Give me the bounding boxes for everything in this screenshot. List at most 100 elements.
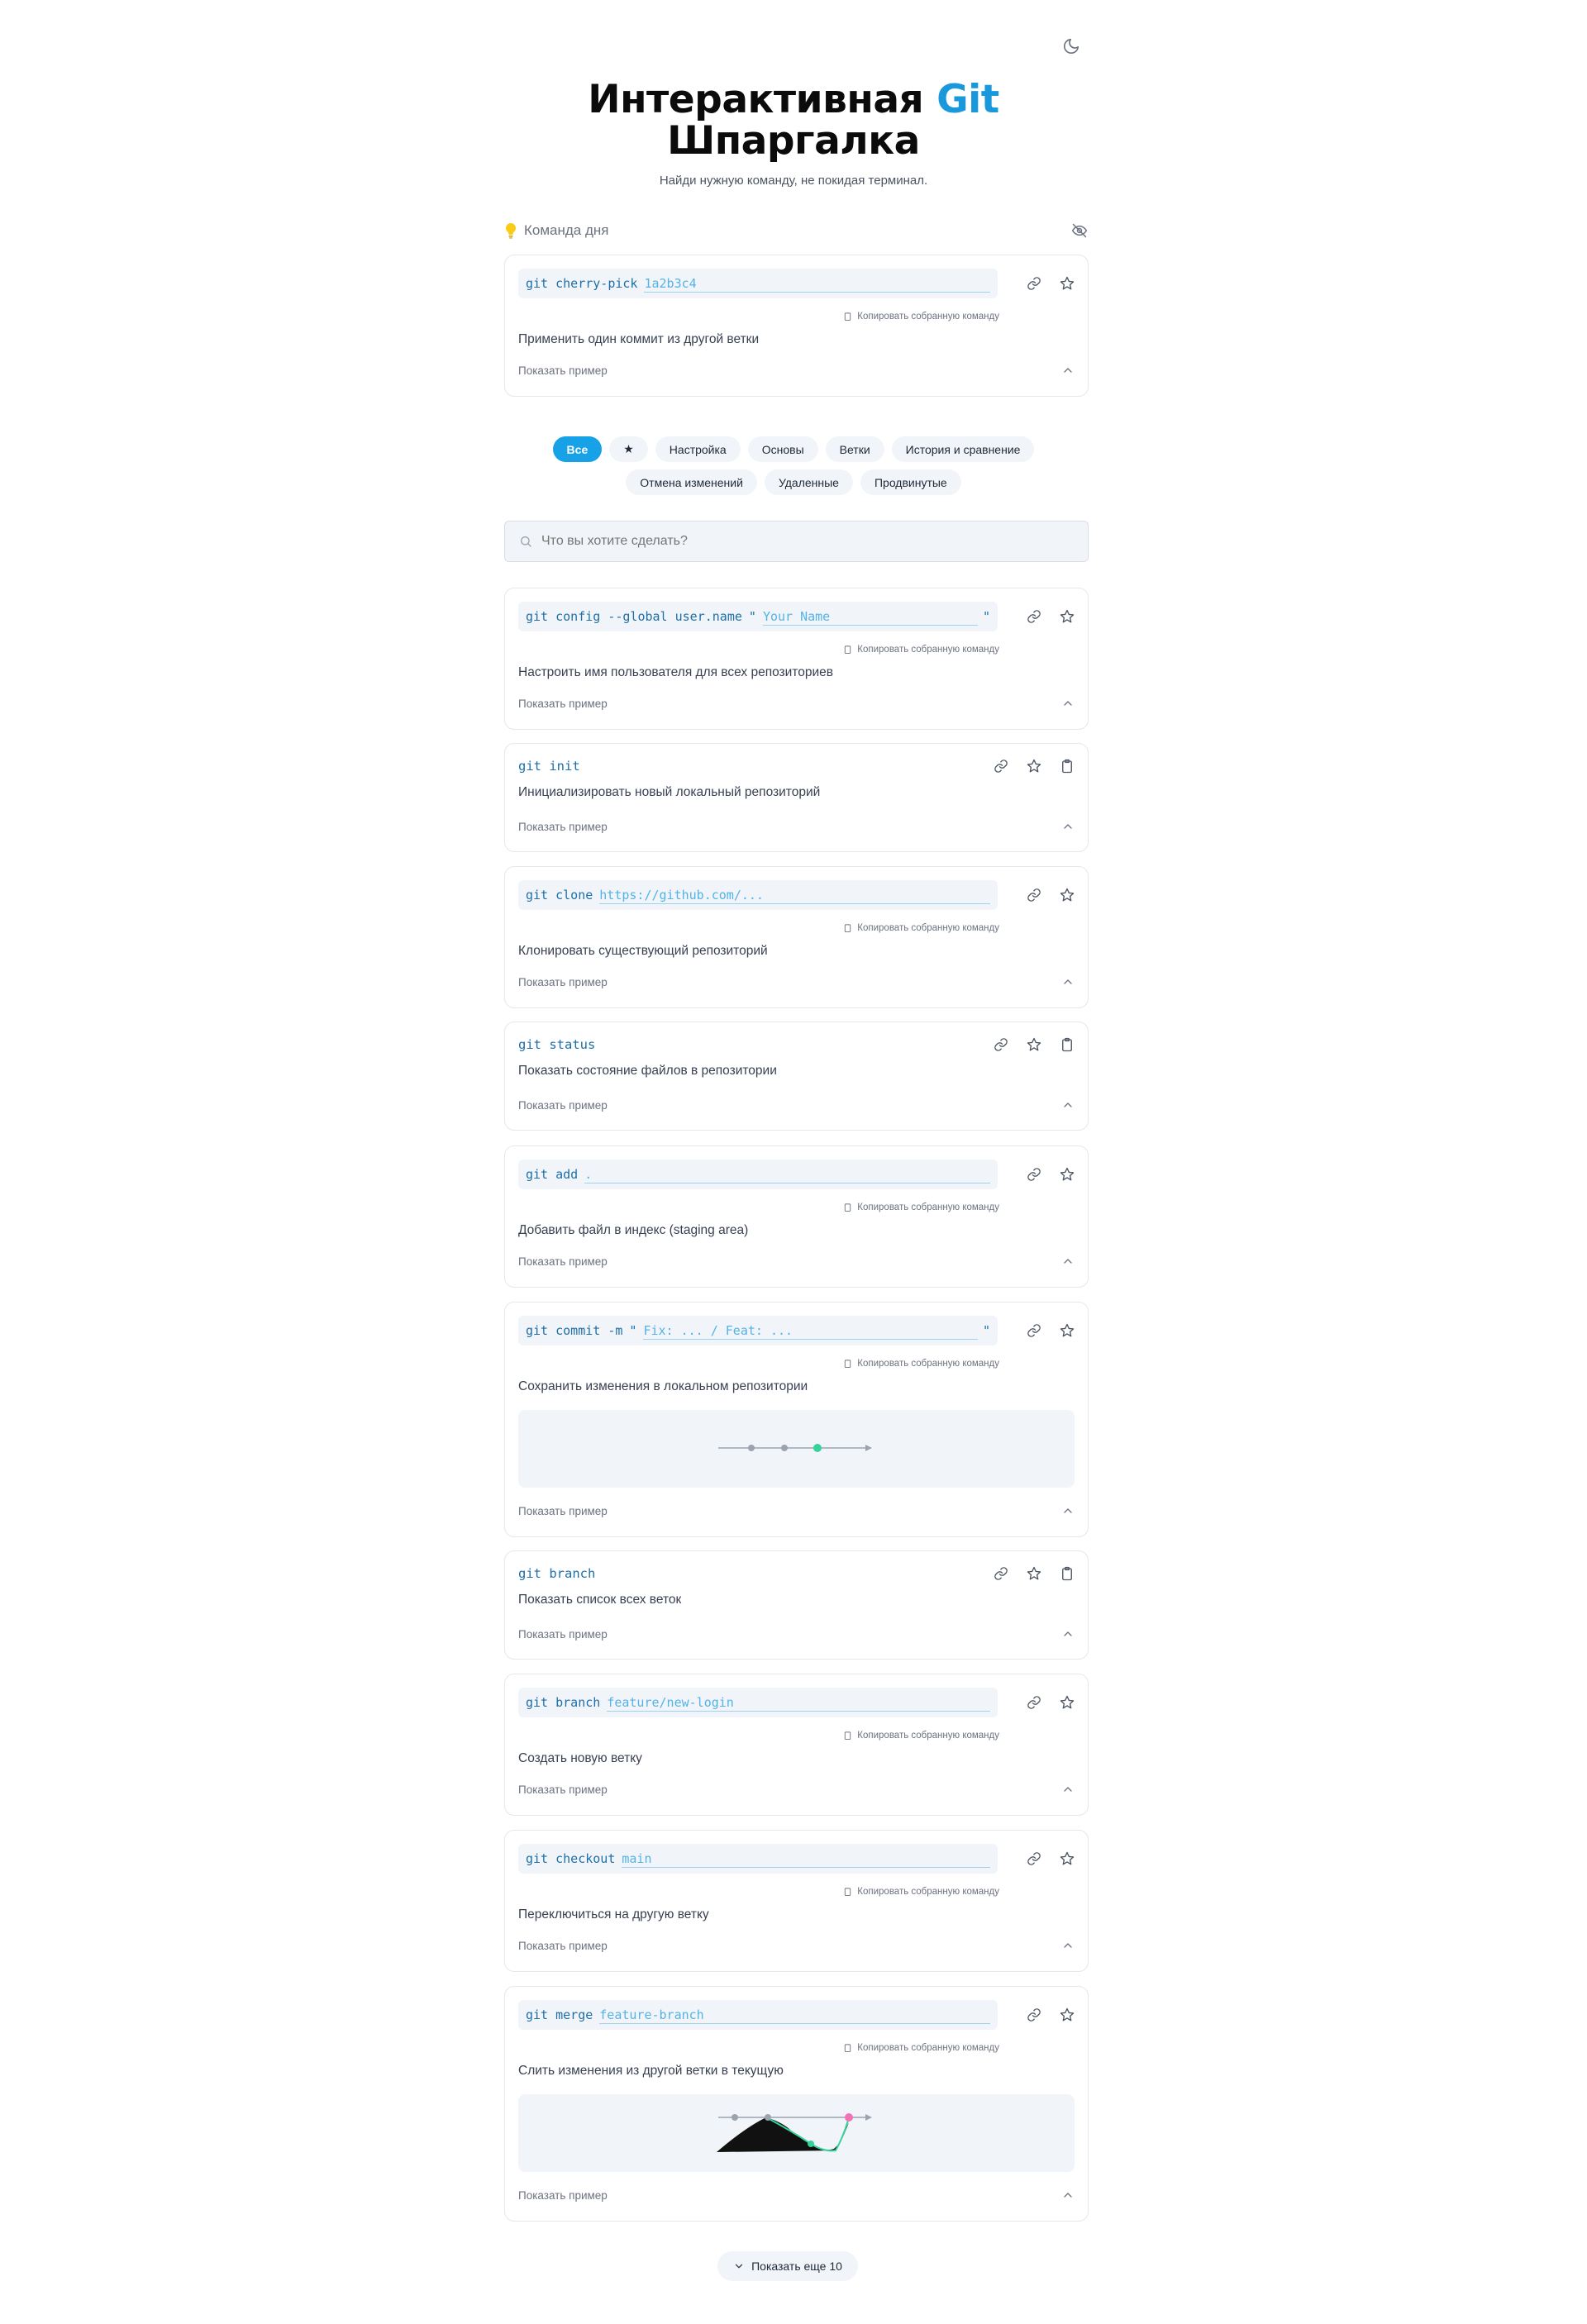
show-example-toggle[interactable]: Показать пример xyxy=(518,2188,1075,2202)
clipboard-icon xyxy=(843,923,852,933)
favorite-button[interactable] xyxy=(1060,1851,1075,1866)
copy-link-button[interactable] xyxy=(1027,1323,1041,1338)
copy-link-button[interactable] xyxy=(994,1566,1008,1581)
copy-link-button[interactable] xyxy=(1027,609,1041,624)
favorite-button[interactable] xyxy=(1027,1566,1041,1581)
search-input[interactable] xyxy=(504,521,1089,562)
show-example-toggle[interactable]: Показать пример xyxy=(518,364,1075,377)
filter-setup[interactable]: Настройка xyxy=(655,436,741,462)
favorite-button[interactable] xyxy=(1060,888,1075,902)
favorite-button[interactable] xyxy=(1027,759,1041,774)
quote-open: " xyxy=(748,609,756,624)
filter-all[interactable]: Все xyxy=(552,436,603,462)
chevron-up-icon xyxy=(1061,1627,1075,1641)
new-commit-node xyxy=(813,1444,822,1452)
copy-link-button[interactable] xyxy=(1027,1167,1041,1182)
copy-assembled-button[interactable]: Копировать собранную команду xyxy=(843,1202,999,1212)
copy-link-button[interactable] xyxy=(1027,2007,1041,2022)
command-param-input[interactable]: Your Name xyxy=(762,607,978,626)
feature-branch-area xyxy=(717,2117,849,2152)
show-example-toggle[interactable]: Показать пример xyxy=(518,697,1075,710)
copy-link-button[interactable] xyxy=(1027,276,1041,291)
copy-command-button[interactable] xyxy=(1060,1037,1075,1052)
link-icon xyxy=(1027,1695,1041,1710)
card-actions xyxy=(994,1032,1075,1057)
copy-assembled-button[interactable]: Копировать собранную команду xyxy=(843,312,999,321)
favorite-button[interactable] xyxy=(1060,276,1075,291)
command-param-input[interactable]: https://github.com/... xyxy=(599,886,990,904)
show-example-toggle[interactable]: Показать пример xyxy=(518,1504,1075,1517)
copy-assembled-button[interactable]: Копировать собранную команду xyxy=(843,1887,999,1897)
command-text: git add xyxy=(526,1167,579,1182)
star-icon xyxy=(1060,1695,1075,1710)
card-actions xyxy=(994,754,1075,779)
theme-toggle-button[interactable] xyxy=(1056,31,1086,61)
card-actions xyxy=(1027,1316,1075,1345)
title-accent: Git xyxy=(936,77,999,122)
favorite-button[interactable] xyxy=(1060,609,1075,624)
show-example-toggle[interactable]: Показать пример xyxy=(518,1098,1075,1112)
link-icon xyxy=(1027,888,1041,902)
command-text: git status xyxy=(518,1037,596,1052)
link-icon xyxy=(1027,1323,1041,1338)
link-icon xyxy=(1027,1851,1041,1866)
command-description: Слить изменения из другой ветки в текущу… xyxy=(518,2064,784,2078)
favorite-button[interactable] xyxy=(1060,2007,1075,2022)
command-text: git checkout xyxy=(526,1851,616,1866)
star-icon xyxy=(1027,759,1041,774)
show-example-toggle[interactable]: Показать пример xyxy=(518,1939,1075,1952)
command-card: git merge feature-branch Копировать собран… xyxy=(504,1986,1089,2222)
filter-advanced[interactable]: Продвинутые xyxy=(860,469,961,495)
commit-node xyxy=(765,2114,771,2121)
favorite-button[interactable] xyxy=(1060,1695,1075,1710)
command-param-input[interactable]: 1a2b3c4 xyxy=(644,274,990,293)
card-actions xyxy=(1027,1688,1075,1717)
command-param-input[interactable]: feature/new-login xyxy=(607,1693,990,1712)
copy-link-button[interactable] xyxy=(1027,888,1041,902)
copy-command-button[interactable] xyxy=(1060,759,1075,774)
show-example-toggle[interactable]: Показать пример xyxy=(518,1627,1075,1641)
command-row: git init xyxy=(518,754,1075,779)
show-example-toggle[interactable]: Показать пример xyxy=(518,1783,1075,1796)
filter-basics[interactable]: Основы xyxy=(747,436,818,462)
command-param-input[interactable]: main xyxy=(622,1850,990,1868)
commit-graph xyxy=(718,1444,872,1452)
example-visualization xyxy=(518,1410,1075,1488)
copy-assembled-button[interactable]: Копировать собранную команду xyxy=(843,1359,999,1369)
filter-undo[interactable]: Отмена изменений xyxy=(626,469,757,495)
copy-link-button[interactable] xyxy=(994,1037,1008,1052)
show-example-toggle[interactable]: Показать пример xyxy=(518,975,1075,988)
command-text: git cherry-pick xyxy=(526,276,638,291)
copy-command-button[interactable] xyxy=(1060,1566,1075,1581)
copy-assembled-button[interactable]: Копировать собранную команду xyxy=(843,2043,999,2053)
command-text: git merge xyxy=(526,2007,593,2022)
filter-favorites[interactable]: ★ xyxy=(609,436,648,462)
favorite-button[interactable] xyxy=(1060,1323,1075,1338)
main-branch-arrow xyxy=(865,2114,872,2121)
copy-assembled-button[interactable]: Копировать собранную команду xyxy=(843,923,999,933)
copy-link-button[interactable] xyxy=(1027,1695,1041,1710)
hide-command-of-day-button[interactable] xyxy=(1070,221,1089,240)
command-param-input[interactable]: feature-branch xyxy=(599,2006,990,2024)
command-card: git branch Показать список всех веток Пока… xyxy=(504,1550,1089,1660)
copy-assembled-button[interactable]: Копировать собранную команду xyxy=(843,1731,999,1741)
show-more-button[interactable]: Показать еще 10 xyxy=(717,2251,858,2281)
command-param-input[interactable]: . xyxy=(584,1165,990,1183)
star-icon xyxy=(1027,1037,1041,1052)
command-row: git branch xyxy=(518,1561,1075,1586)
filter-history[interactable]: История и сравнение xyxy=(891,436,1035,462)
commit-node xyxy=(732,2114,738,2121)
copy-link-button[interactable] xyxy=(994,759,1008,774)
history-arrow xyxy=(865,1445,872,1451)
copy-link-button[interactable] xyxy=(1027,1851,1041,1866)
show-example-toggle[interactable]: Показать пример xyxy=(518,1255,1075,1268)
command-param-input[interactable]: Fix: ... / Feat: ... xyxy=(643,1322,978,1340)
filter-remote[interactable]: Удаленные xyxy=(764,469,853,495)
copy-assembled-button[interactable]: Копировать собранную команду xyxy=(843,645,999,655)
command-row: git clone https://github.com/... xyxy=(518,880,1075,910)
show-example-toggle[interactable]: Показать пример xyxy=(518,820,1075,833)
moon-icon xyxy=(1063,38,1079,55)
favorite-button[interactable] xyxy=(1060,1167,1075,1182)
filter-branches[interactable]: Ветки xyxy=(825,436,884,462)
favorite-button[interactable] xyxy=(1027,1037,1041,1052)
